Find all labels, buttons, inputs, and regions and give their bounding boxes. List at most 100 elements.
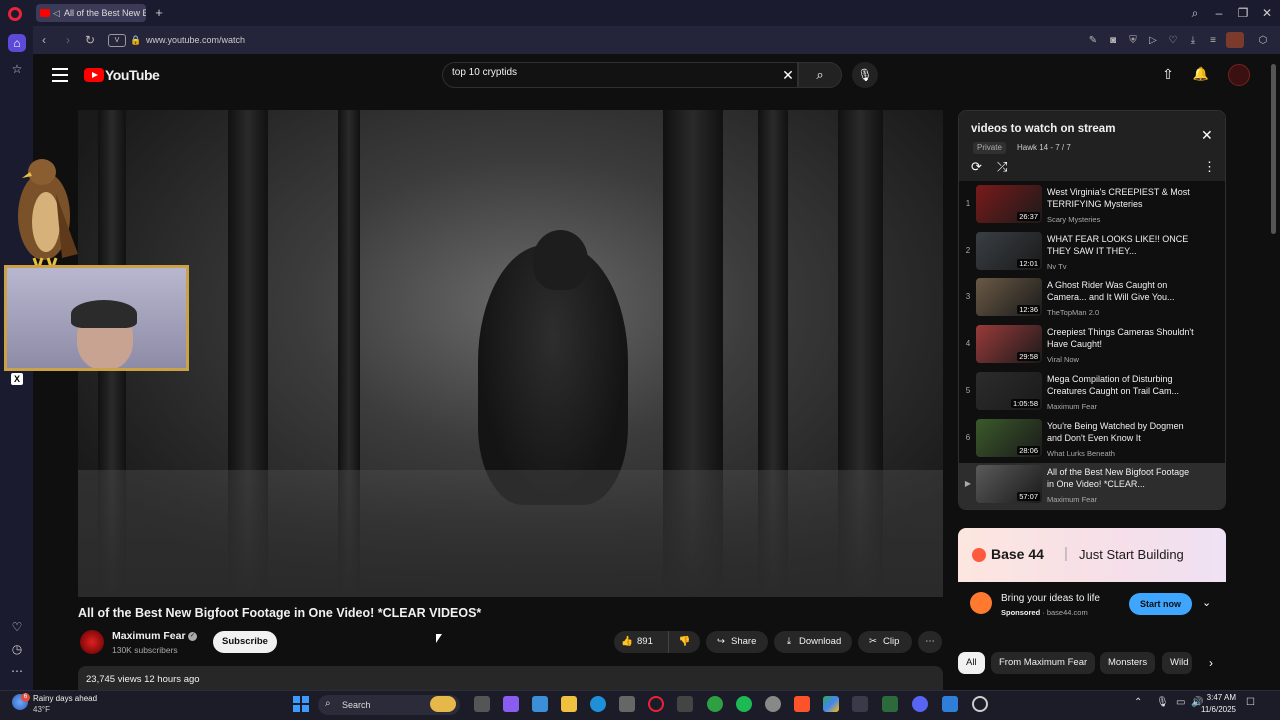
like-button[interactable]: 👍 891 <box>614 631 668 653</box>
lock-icon[interactable]: 🔒 <box>130 35 141 46</box>
playlist-item-channel[interactable]: What Lurks Beneath <box>1047 449 1115 458</box>
video-thumbnail[interactable]: 12:01 <box>976 231 1042 270</box>
video-thumbnail[interactable]: 26:37 <box>976 185 1042 223</box>
close-icon[interactable]: ✕ <box>1201 127 1213 144</box>
restore-button[interactable]: ❐ <box>1232 4 1254 22</box>
playlist-item-title[interactable]: You're Being Watched by Dogmen and Don't… <box>1047 420 1197 444</box>
search-button[interactable]: ⌕ <box>798 62 842 88</box>
clip-button[interactable]: ✂ Clip <box>858 631 912 653</box>
video-player[interactable] <box>78 110 943 597</box>
x-logo-icon[interactable]: X <box>11 373 23 385</box>
tab-search-icon[interactable]: ⌕ <box>1184 4 1206 22</box>
more-actions-button[interactable]: ⋯ <box>918 631 942 653</box>
spotify-icon[interactable] <box>736 696 752 712</box>
chevron-right-icon[interactable]: › <box>1202 654 1220 672</box>
more-vertical-icon[interactable]: ⋮ <box>1203 159 1216 175</box>
forward-button[interactable]: › <box>60 32 76 48</box>
playlist-item[interactable]: 1 26:37 West Virginia's CREEPIEST & Most T… <box>959 183 1225 229</box>
video-thumbnail[interactable]: 12:36 <box>976 278 1042 317</box>
weather-text[interactable]: Rainy days ahead <box>33 694 97 703</box>
download-button[interactable]: ⤓ Download <box>774 631 852 653</box>
subscribe-button[interactable]: Subscribe <box>213 631 277 653</box>
photos-icon[interactable] <box>532 696 548 712</box>
playlist-item-channel[interactable]: TheTopMan 2.0 <box>1047 308 1099 317</box>
edit-icon[interactable]: ✎ <box>1086 34 1100 48</box>
download-icon[interactable]: ⤓ <box>1186 34 1200 48</box>
playlist-item-channel[interactable]: Scary Mysteries <box>1047 215 1100 224</box>
app-icon[interactable] <box>852 696 868 712</box>
app-icon[interactable] <box>942 696 958 712</box>
chevron-down-icon[interactable]: ⌄ <box>1202 596 1211 609</box>
upload-icon[interactable]: ⇧ <box>1158 66 1178 84</box>
windows-start-icon[interactable] <box>293 696 309 712</box>
app-icon[interactable] <box>882 696 898 712</box>
opera-icon[interactable] <box>648 696 664 712</box>
search-input[interactable] <box>452 67 772 78</box>
page-scrollbar[interactable] <box>1271 64 1276 234</box>
edge-icon[interactable] <box>590 696 606 712</box>
app-icon[interactable] <box>972 696 988 712</box>
shuffle-icon[interactable]: ⤮ <box>997 159 1007 175</box>
brave-icon[interactable] <box>794 696 810 712</box>
hamburger-menu-icon[interactable] <box>52 68 68 82</box>
playlist-item-title[interactable]: WHAT FEAR LOOKS LIKE!! ONCE THEY SAW IT … <box>1047 233 1197 257</box>
playlist-item[interactable]: 6 28:06 You're Being Watched by Dogmen and… <box>959 417 1225 463</box>
store-icon[interactable] <box>619 696 635 712</box>
share-button[interactable]: ↪ Share <box>706 631 768 653</box>
clock-date[interactable]: 11/6/2025 <box>1196 705 1236 714</box>
chip-wild[interactable]: Wild <box>1162 652 1192 674</box>
browser-tab[interactable]: ◁ All of the Best New Bi <box>36 4 146 22</box>
video-thumbnail[interactable]: 28:06 <box>976 418 1042 457</box>
chip-monsters[interactable]: Monsters <box>1100 652 1156 674</box>
copilot-icon[interactable] <box>503 696 519 712</box>
microphone-icon[interactable]: 🎙 <box>852 62 878 88</box>
ad-cta-button[interactable]: Start now <box>1129 593 1192 615</box>
home-icon[interactable]: ⌂ <box>8 34 26 52</box>
channel-name[interactable]: Maximum Fear <box>112 630 186 642</box>
playlist-item-title[interactable]: All of the Best New Bigfoot Footage in O… <box>1047 466 1197 490</box>
chip-from-channel[interactable]: From Maximum Fear <box>991 652 1096 674</box>
loop-icon[interactable]: ⟳ <box>971 159 982 175</box>
youtube-logo-text[interactable]: YouTube <box>105 67 160 83</box>
url-field[interactable]: www.youtube.com/watch <box>146 35 245 45</box>
file-explorer-icon[interactable] <box>561 696 577 712</box>
user-avatar[interactable] <box>1228 64 1250 86</box>
advertiser-icon[interactable] <box>970 592 992 614</box>
clear-search-icon[interactable]: ✕ <box>780 66 796 84</box>
vpn-badge[interactable]: V <box>108 34 126 47</box>
back-button[interactable]: ‹ <box>36 32 52 48</box>
heart-icon[interactable]: ♡ <box>8 618 26 636</box>
youtube-logo-icon[interactable] <box>84 68 104 82</box>
dislike-button[interactable]: 👎 <box>668 631 700 653</box>
notification-icon[interactable]: ☐ <box>1246 697 1255 708</box>
channel-avatar[interactable] <box>80 630 104 654</box>
history-icon[interactable]: ◷ <box>8 640 26 658</box>
playlist-item[interactable]: 5 1:05:58 Mega Compilation of Disturbing C… <box>959 370 1225 416</box>
video-thumbnail[interactable]: 57:07 <box>976 465 1042 504</box>
search-highlight-icon[interactable] <box>430 696 456 712</box>
playlist-item[interactable]: 4 29:58 Creepiest Things Cameras Shouldn't… <box>959 323 1225 369</box>
video-thumbnail[interactable]: 1:05:58 <box>976 371 1042 410</box>
playlist-item-channel[interactable]: Viral Now <box>1047 355 1079 364</box>
speaker-icon[interactable]: ◁ <box>53 4 60 22</box>
playlist-item-channel[interactable]: Maximum Fear <box>1047 495 1097 504</box>
box-icon[interactable]: ⬡ <box>1256 34 1270 48</box>
close-window-button[interactable]: ✕ <box>1256 4 1278 22</box>
reload-button[interactable]: ↻ <box>82 32 98 48</box>
chip-all[interactable]: All <box>958 652 985 674</box>
heart-icon[interactable]: ♡ <box>1166 34 1180 48</box>
playlist-item-channel[interactable]: Nv Tv <box>1047 262 1066 271</box>
network-icon[interactable]: ▭ <box>1176 697 1185 708</box>
playlist-item[interactable]: 2 12:01 WHAT FEAR LOOKS LIKE!! ONCE THEY S… <box>959 230 1225 276</box>
shield-icon[interactable]: ⛨ <box>1126 34 1140 48</box>
menu-icon[interactable]: ≡ <box>1206 34 1220 48</box>
ad-headline[interactable]: Bring your ideas to life <box>1001 593 1100 604</box>
chevron-up-icon[interactable]: ⌃ <box>1134 697 1142 708</box>
playlist-item-title[interactable]: Mega Compilation of Disturbing Creatures… <box>1047 373 1197 397</box>
star-icon[interactable]: ☆ <box>8 60 26 78</box>
microphone-icon[interactable]: 🎙 <box>1156 697 1169 708</box>
playlist-title[interactable]: videos to watch on stream <box>971 123 1115 135</box>
playlist-item[interactable]: ▶ 57:07 All of the Best New Bigfoot Footag… <box>959 463 1225 509</box>
play-icon[interactable]: ▷ <box>1146 34 1160 48</box>
video-thumbnail[interactable]: 29:58 <box>976 325 1042 364</box>
